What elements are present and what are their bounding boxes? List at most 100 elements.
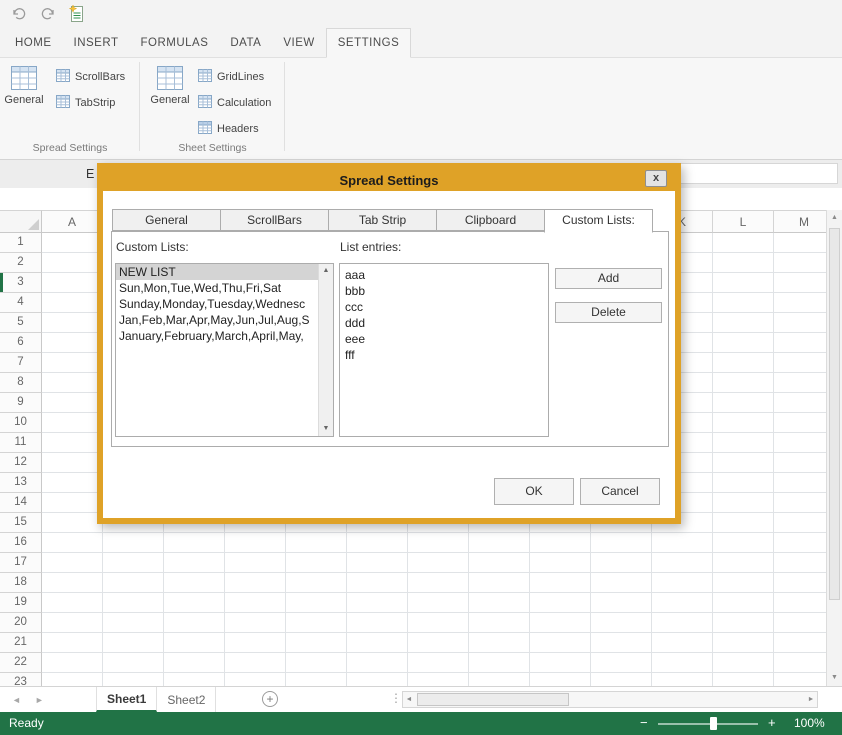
horizontal-scrollbar-thumb[interactable] [417, 693, 569, 706]
zoom-level[interactable]: 100% [794, 716, 825, 730]
row-header-7[interactable]: 7 [0, 353, 42, 373]
general-sheet-button[interactable]: General [146, 64, 194, 106]
row-header-9[interactable]: 9 [0, 393, 42, 413]
spread-settings-dialog: Spread Settings x General ScrollBars Tab… [97, 163, 681, 524]
headers-label: Headers [217, 123, 259, 135]
row-header-13[interactable]: 13 [0, 473, 42, 493]
row-header-1[interactable]: 1 [0, 233, 42, 253]
list-entries-box[interactable]: aaabbbcccdddeeefff [339, 263, 549, 437]
list-entry: eee [345, 331, 548, 347]
column-header-L[interactable]: L [713, 210, 774, 233]
zoom-slider-track[interactable] [658, 723, 758, 725]
custom-list-item[interactable]: Sunday,Monday,Tuesday,Wednesc [116, 296, 318, 312]
row-header-17[interactable]: 17 [0, 553, 42, 573]
row-header-15[interactable]: 15 [0, 513, 42, 533]
row-header-22[interactable]: 22 [0, 653, 42, 673]
scroll-up-icon[interactable]: ▲ [319, 264, 333, 278]
new-file-icon[interactable] [68, 5, 86, 23]
add-sheet-icon[interactable]: + [262, 691, 278, 707]
ribbon-tab-view[interactable]: VIEW [272, 28, 325, 57]
ribbon-tab-settings[interactable]: SETTINGS [326, 28, 412, 58]
calculation-button[interactable]: Calculation [198, 94, 271, 112]
sheet-tab-sheet1[interactable]: Sheet1 [96, 687, 157, 712]
vertical-scrollbar-thumb[interactable] [829, 228, 840, 600]
custom-list-item[interactable]: Jan,Feb,Mar,Apr,May,Jun,Jul,Aug,S [116, 312, 318, 328]
column-header-M[interactable]: M [774, 210, 826, 233]
row-header-11[interactable]: 11 [0, 433, 42, 453]
row-header-6[interactable]: 6 [0, 333, 42, 353]
dialog-tab-strip: General ScrollBars Tab Strip Clipboard C… [112, 209, 653, 233]
row-header-3[interactable]: 3 [0, 273, 42, 293]
headers-button[interactable]: Headers [198, 120, 271, 138]
ribbon-tab-formulas[interactable]: FORMULAS [129, 28, 219, 57]
delete-button[interactable]: Delete [555, 302, 662, 323]
scroll-up-icon[interactable]: ▲ [827, 210, 842, 226]
horizontal-scrollbar[interactable]: ◄ ► [402, 691, 818, 708]
row-header-4[interactable]: 4 [0, 293, 42, 313]
ribbon-tab-home[interactable]: HOME [4, 28, 63, 57]
row-header-23[interactable]: 23 [0, 673, 42, 686]
next-sheet-icon[interactable]: ► [35, 695, 44, 705]
ribbon-tab-insert[interactable]: INSERT [63, 28, 130, 57]
zoom-slider-thumb[interactable] [710, 717, 717, 730]
row-headers: 1234567891011121314151617181920212223 [0, 233, 42, 686]
general-spread-button[interactable]: General [0, 64, 48, 106]
scroll-left-icon[interactable]: ◄ [403, 692, 415, 707]
row-header-21[interactable]: 21 [0, 633, 42, 653]
gridlines-button[interactable]: GridLines [198, 68, 271, 86]
scroll-down-icon[interactable]: ▼ [319, 422, 333, 436]
dialog-tab-tab-strip[interactable]: Tab Strip [328, 209, 437, 231]
dialog-tab-general[interactable]: General [112, 209, 221, 231]
dialog-tab-scrollbars[interactable]: ScrollBars [220, 209, 329, 231]
scroll-down-icon[interactable]: ▼ [827, 670, 842, 686]
general-sheet-icon [146, 66, 194, 90]
row-header-8[interactable]: 8 [0, 373, 42, 393]
general-spread-icon [0, 66, 48, 90]
row-header-5[interactable]: 5 [0, 313, 42, 333]
dialog-title: Spread Settings [340, 173, 439, 188]
ok-button[interactable]: OK [494, 478, 574, 505]
undo-icon[interactable] [10, 5, 28, 23]
row-header-19[interactable]: 19 [0, 593, 42, 613]
row-header-18[interactable]: 18 [0, 573, 42, 593]
status-bar: Ready − + 100% [0, 712, 842, 735]
custom-list-item[interactable]: January,February,March,April,May, [116, 328, 318, 344]
add-button[interactable]: Add [555, 268, 662, 289]
sheet-tab-sheet2[interactable]: Sheet2 [157, 687, 216, 712]
quick-access-toolbar [0, 0, 842, 28]
row-header-2[interactable]: 2 [0, 253, 42, 273]
row-header-10[interactable]: 10 [0, 413, 42, 433]
name-box[interactable]: E [86, 167, 94, 181]
zoom-out-icon[interactable]: − [640, 715, 648, 730]
ribbon-tab-data[interactable]: DATA [219, 28, 272, 57]
dialog-tab-custom-lists[interactable]: Custom Lists: [544, 209, 653, 233]
row-header-20[interactable]: 20 [0, 613, 42, 633]
list-entry: fff [345, 347, 548, 363]
spreadsheet-app: HOME INSERT FORMULAS DATA VIEW SETTINGS … [0, 0, 842, 735]
splitter-icon[interactable]: ⋮ [390, 691, 402, 705]
scrollbars-button[interactable]: ScrollBars [56, 68, 125, 86]
custom-list-item[interactable]: Sun,Mon,Tue,Wed,Thu,Fri,Sat [116, 280, 318, 296]
dialog-title-bar[interactable]: Spread Settings x [103, 169, 675, 191]
calculation-label: Calculation [217, 97, 271, 109]
select-all-corner[interactable] [0, 210, 42, 233]
ribbon-group-sheet-settings: General GridLines Calculation Headers Sh… [140, 58, 285, 159]
listbox-scrollbar[interactable]: ▲ ▼ [318, 264, 333, 436]
cancel-button[interactable]: Cancel [580, 478, 660, 505]
scroll-right-icon[interactable]: ► [805, 692, 817, 707]
close-icon[interactable]: x [645, 170, 667, 187]
dialog-tab-clipboard[interactable]: Clipboard [436, 209, 545, 231]
row-header-16[interactable]: 16 [0, 533, 42, 553]
custom-lists-listbox[interactable]: NEW LISTSun,Mon,Tue,Wed,Thu,Fri,SatSunda… [115, 263, 334, 437]
tabstrip-button[interactable]: TabStrip [56, 94, 125, 112]
redo-icon[interactable] [39, 5, 57, 23]
custom-list-item[interactable]: NEW LIST [116, 264, 318, 280]
ribbon-group-spread-settings: General ScrollBars TabStrip Spread Setti… [0, 58, 140, 159]
prev-sheet-icon[interactable]: ◄ [12, 695, 21, 705]
vertical-scrollbar[interactable]: ▲ ▼ [826, 210, 842, 686]
row-header-12[interactable]: 12 [0, 453, 42, 473]
zoom-in-icon[interactable]: + [768, 715, 776, 730]
row-header-14[interactable]: 14 [0, 493, 42, 513]
custom-lists-label: Custom Lists: [116, 240, 189, 254]
column-header-A[interactable]: A [42, 210, 103, 233]
